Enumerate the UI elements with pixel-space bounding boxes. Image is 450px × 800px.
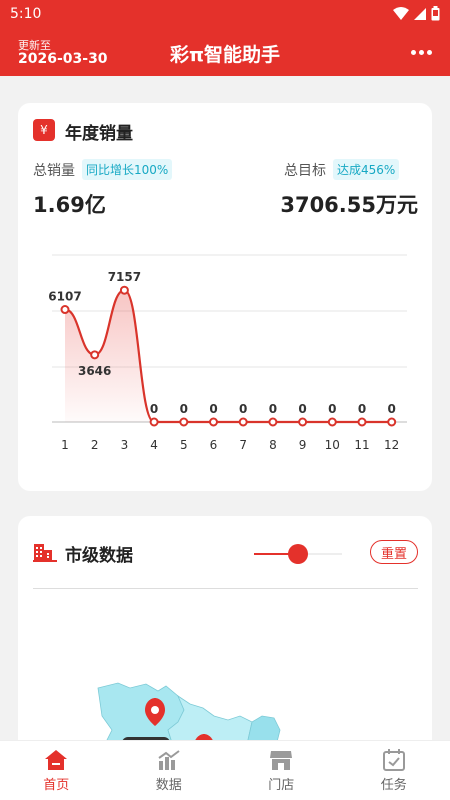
task-calendar-icon xyxy=(382,749,405,771)
app-header: 更新至 2026-03-30 彩π智能助手 xyxy=(0,28,450,76)
status-time: 5:10 xyxy=(10,6,42,22)
wifi-icon xyxy=(393,6,409,20)
more-options-button[interactable] xyxy=(408,40,434,64)
sales-area-fill xyxy=(65,290,392,422)
tab-stores-label: 门店 xyxy=(268,778,295,793)
tab-tasks[interactable]: 任务 xyxy=(338,741,450,800)
chart-bar-icon xyxy=(158,750,180,770)
battery-icon xyxy=(431,6,440,21)
target-achievement-badge: 达成456% xyxy=(333,159,400,180)
slider-thumb[interactable] xyxy=(288,544,308,564)
x-tick-label: 1 xyxy=(61,438,69,452)
x-tick-label: 4 xyxy=(150,438,158,452)
tab-stores[interactable]: 门店 xyxy=(225,741,338,800)
data-label: 7157 xyxy=(108,270,141,284)
x-tick-label: 5 xyxy=(180,438,188,452)
data-point[interactable] xyxy=(357,417,367,427)
data-point[interactable] xyxy=(119,285,129,295)
divider xyxy=(33,588,418,589)
more-dot-icon xyxy=(410,49,416,55)
data-label: 6107 xyxy=(48,290,81,304)
tab-data[interactable]: 数据 xyxy=(113,741,226,800)
data-label: 3646 xyxy=(78,364,111,378)
data-point[interactable] xyxy=(238,417,248,427)
city-data-title: 市级数据 xyxy=(65,546,133,566)
data-point[interactable] xyxy=(327,417,337,427)
data-point[interactable] xyxy=(387,417,397,427)
data-label: 0 xyxy=(328,402,336,416)
data-point[interactable] xyxy=(60,305,70,315)
monthly-sales-chart: 6107364671570 0 0 0 0 0 0 0 0 1 2 3 4 5 6 7 8 9 10 11 12 xyxy=(48,254,407,452)
more-dot-icon xyxy=(426,49,432,55)
city-data-card: 市级数据 重置 xyxy=(18,516,432,776)
tab-home[interactable]: 首页 xyxy=(0,741,113,800)
data-point[interactable] xyxy=(90,350,100,360)
building-icon xyxy=(33,544,57,562)
tab-home-label: 首页 xyxy=(43,778,70,793)
tab-tasks-label: 任务 xyxy=(380,778,407,793)
store-icon xyxy=(270,751,293,770)
data-label: 0 xyxy=(150,402,158,416)
x-tick-label: 11 xyxy=(354,438,369,452)
data-label: 0 xyxy=(209,402,217,416)
data-label: 0 xyxy=(180,402,188,416)
x-tick-label: 6 xyxy=(210,438,218,452)
x-tick-label: 2 xyxy=(91,438,99,452)
yuan-icon: ¥ xyxy=(33,119,55,141)
x-tick-label: 10 xyxy=(325,438,340,452)
status-icons xyxy=(393,6,440,21)
data-point[interactable] xyxy=(298,417,308,427)
data-point[interactable] xyxy=(149,417,159,427)
reset-button[interactable]: 重置 xyxy=(370,540,418,564)
yoy-growth-badge: 同比增长100% xyxy=(82,159,173,180)
app-title: 彩π智能助手 xyxy=(169,44,281,66)
x-tick-label: 9 xyxy=(299,438,307,452)
data-label: 0 xyxy=(298,402,306,416)
bottom-tab-bar: 首页 数据 门店 任务 xyxy=(0,740,450,800)
x-tick-label: 3 xyxy=(121,438,129,452)
total-target-label: 总目标 xyxy=(284,163,326,179)
total-target-value: 3706.55万元 xyxy=(280,193,418,217)
data-label: 0 xyxy=(269,402,277,416)
x-tick-label: 8 xyxy=(269,438,277,452)
x-tick-label: 12 xyxy=(384,438,399,452)
home-icon xyxy=(45,750,68,770)
data-label: 0 xyxy=(388,402,396,416)
data-point[interactable] xyxy=(268,417,278,427)
data-label: 0 xyxy=(358,402,366,416)
status-bar: 5:10 xyxy=(0,0,450,28)
x-tick-label: 7 xyxy=(239,438,247,452)
annual-sales-title: 年度销量 xyxy=(65,124,133,144)
more-dot-icon xyxy=(418,49,424,55)
data-point[interactable] xyxy=(209,417,218,427)
tab-data-label: 数据 xyxy=(155,778,182,793)
total-sales-label: 总销量 xyxy=(33,163,75,179)
total-sales-value: 1.69亿 xyxy=(33,193,106,217)
signal-icon xyxy=(414,7,426,20)
zoom-slider[interactable] xyxy=(254,544,342,564)
data-label: 0 xyxy=(239,402,247,416)
data-point[interactable] xyxy=(179,417,189,427)
